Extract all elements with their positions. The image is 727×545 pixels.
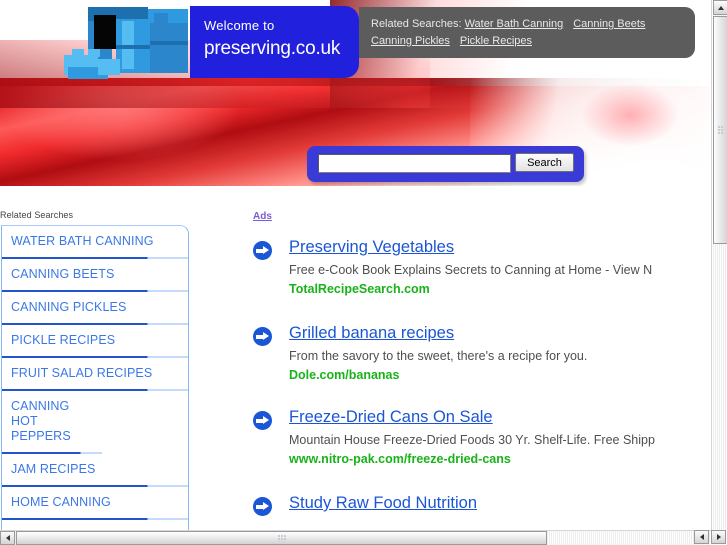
- welcome-panel: Welcome to preserving.co.uk: [190, 6, 359, 78]
- corner-scroll-buttons[interactable]: [694, 530, 726, 544]
- search-button[interactable]: Search: [515, 153, 574, 172]
- chevron-left-icon: [699, 534, 704, 540]
- chevron-right-icon: [716, 534, 721, 540]
- page-horizontal-scrollbar[interactable]: [0, 530, 711, 545]
- sidebar-title: Related Searches: [0, 210, 74, 220]
- sidebar: Related Searches WATER BATH CANNING CANN…: [0, 186, 192, 531]
- page-scroll-left-button-2[interactable]: [694, 530, 709, 544]
- sidebar-item-canning-hot-peppers[interactable]: CANNING HOT PEPPERS: [2, 391, 102, 454]
- browser-page: Welcome to preserving.co.uk Related Sear…: [0, 0, 727, 545]
- sidebar-item-canning-beets[interactable]: CANNING BEETS: [2, 259, 188, 292]
- chevron-left-icon: [5, 535, 10, 541]
- header-related-searches-bar: Related Searches: Water Bath Canning Cann…: [359, 7, 695, 58]
- page-vertical-scroll-thumb[interactable]: [713, 16, 727, 244]
- ad-title-link[interactable]: Study Raw Food Nutrition: [289, 494, 477, 513]
- scroll-grip-icon: [277, 534, 286, 542]
- header-related-link-0[interactable]: Water Bath Canning: [465, 18, 564, 30]
- ad-url[interactable]: www.nitro-pak.com/freeze-dried-cans: [289, 452, 511, 466]
- sidebar-item-fruit-salad-recipes[interactable]: FRUIT SALAD RECIPES: [2, 358, 188, 391]
- site-banner: Welcome to preserving.co.uk Related Sear…: [0, 0, 710, 186]
- sidebar-list: WATER BATH CANNING CANNING BEETS CANNING…: [1, 225, 189, 531]
- ad-description: Mountain House Freeze-Dried Foods 30 Yr.…: [289, 433, 655, 447]
- page-scroll-right-button[interactable]: [711, 530, 726, 544]
- header-related-link-3[interactable]: Pickle Recipes: [460, 35, 532, 47]
- ad-title-link[interactable]: Preserving Vegetables: [289, 238, 454, 257]
- page-scroll-up-button[interactable]: [713, 0, 727, 15]
- sidebar-item-pickle-recipes[interactable]: PICKLE RECIPES: [2, 325, 188, 358]
- ad-description: Free e-Cook Book Explains Secrets to Can…: [289, 263, 653, 277]
- ad-title-link[interactable]: Grilled banana recipes: [289, 324, 454, 343]
- ad-url[interactable]: Dole.com/bananas: [289, 368, 399, 382]
- page-content: Related Searches WATER BATH CANNING CANN…: [0, 186, 710, 531]
- related-searches-label: Related Searches:: [371, 18, 462, 30]
- page-horizontal-scroll-thumb[interactable]: [16, 531, 547, 545]
- header-related-link-1[interactable]: Canning Beets: [573, 18, 645, 30]
- header-related-link-2[interactable]: Canning Pickles: [371, 35, 450, 47]
- ad-url[interactable]: TotalRecipeSearch.com: [289, 282, 430, 296]
- sidebar-item-canning-pickles[interactable]: CANNING PICKLES: [2, 292, 188, 325]
- page-vertical-scrollbar[interactable]: [711, 0, 727, 531]
- page-scroll-left-button[interactable]: [0, 531, 15, 545]
- sidebar-item-home-canning[interactable]: HOME CANNING: [2, 487, 188, 520]
- sidebar-item-water-bath-canning[interactable]: WATER BATH CANNING: [2, 226, 188, 259]
- arrow-right-icon: [253, 327, 272, 346]
- page-viewport: Welcome to preserving.co.uk Related Sear…: [0, 0, 710, 531]
- search-widget: Search: [307, 146, 584, 182]
- search-input[interactable]: [318, 154, 511, 173]
- ads-label[interactable]: Ads: [253, 211, 272, 222]
- arrow-right-icon: [253, 497, 272, 516]
- ad-title-link[interactable]: Freeze-Dried Cans On Sale: [289, 408, 493, 427]
- welcome-greeting: Welcome to: [204, 18, 275, 33]
- ad-description: From the savory to the sweet, there's a …: [289, 349, 588, 363]
- chevron-up-icon: [717, 5, 724, 10]
- sidebar-item-jam-recipes[interactable]: JAM RECIPES: [2, 454, 188, 487]
- site-logo[interactable]: [62, 5, 192, 83]
- ads-pane: Ads Preserving Vegetables Free e-Cook Bo…: [236, 186, 710, 531]
- site-name: preserving.co.uk: [204, 38, 341, 59]
- ads-column: Ads Preserving Vegetables Free e-Cook Bo…: [236, 186, 710, 531]
- arrow-right-icon: [253, 241, 272, 260]
- arrow-right-icon: [253, 411, 272, 430]
- scroll-grip-icon: [717, 125, 724, 135]
